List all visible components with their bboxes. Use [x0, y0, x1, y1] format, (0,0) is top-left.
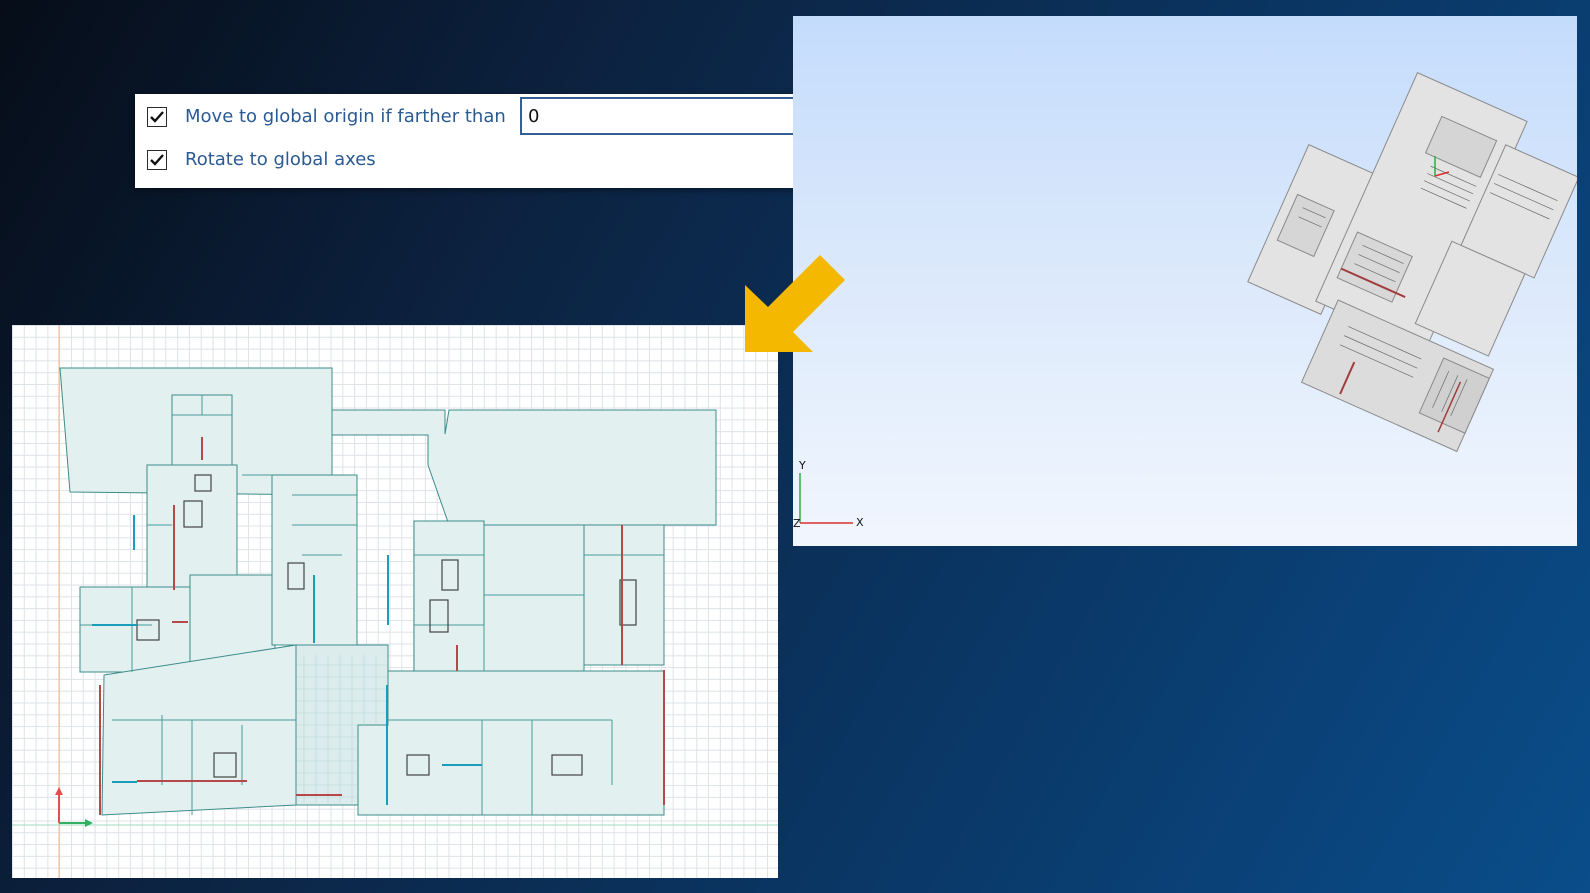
check-icon [150, 153, 164, 166]
viewport-3d[interactable]: Y X Z [793, 16, 1577, 546]
axis-z-label: Z [793, 517, 801, 530]
check-icon [150, 110, 164, 123]
rotate-checkbox[interactable] [147, 149, 167, 170]
rotate-option-row: Rotate to global axes [147, 149, 376, 170]
move-option-row: Move to global origin if farther than [147, 106, 506, 127]
rotate-option-label: Rotate to global axes [185, 149, 376, 170]
plan-origin-icon [55, 787, 93, 827]
axis-y-label: Y [798, 459, 806, 472]
move-checkbox[interactable] [147, 106, 167, 127]
floor-plan [12, 325, 778, 878]
move-option-label: Move to global origin if farther than [185, 106, 506, 127]
axis-triad-icon [799, 473, 853, 524]
options-panel: Move to global origin if farther than Ro… [135, 94, 855, 188]
axis-x-label: X [856, 516, 864, 529]
building-3d-model: Y X Z [793, 72, 1577, 530]
arrow-down-left-icon [745, 255, 845, 352]
plan-viewport[interactable] [12, 325, 778, 878]
